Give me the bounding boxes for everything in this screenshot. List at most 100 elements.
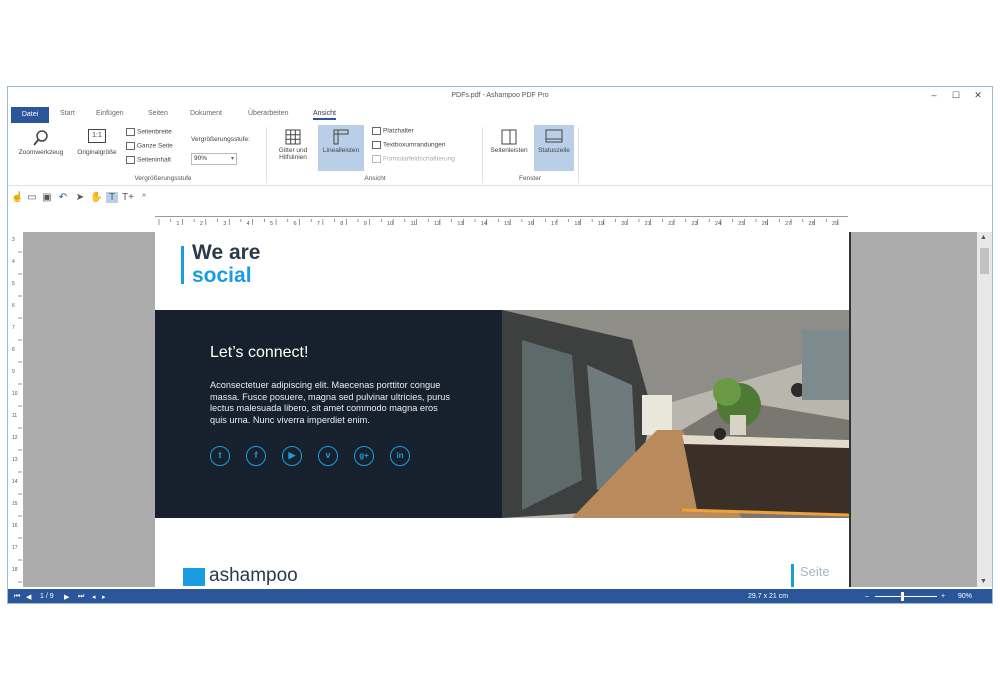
last-page-icon[interactable]: ⏭	[78, 593, 84, 601]
formularfeld-toggle[interactable]: Formularfeldschattierung	[372, 155, 455, 163]
pan-hand-icon[interactable]: ✋	[90, 192, 102, 203]
whole-page-icon	[126, 142, 135, 150]
facebook-icon: f	[246, 446, 266, 466]
ruler-label: 6	[293, 221, 296, 227]
hand-tool-icon[interactable]: ☝	[11, 192, 23, 203]
zoom-level-value: 90%	[194, 155, 208, 162]
zoomwerkzeug-button[interactable]: Zoomwerkzeug	[14, 129, 68, 156]
ruler-label: 4	[247, 221, 250, 227]
first-page-icon[interactable]: ⏮	[14, 593, 20, 601]
ruler-label: 5	[270, 221, 273, 227]
more-tools-icon[interactable]: »	[138, 192, 150, 199]
ruler-label: 25	[738, 221, 744, 227]
tab-seiten[interactable]: Seiten	[148, 110, 168, 117]
seiteninhalt-button[interactable]: Seiteninhalt	[126, 156, 171, 164]
vimeo-icon: v	[318, 446, 338, 466]
ruler-label: 13	[457, 221, 463, 227]
sidebar-icon	[501, 129, 517, 145]
minimize-button[interactable]: –	[928, 90, 940, 100]
ganze-seite-button[interactable]: Ganze Seite	[126, 142, 173, 150]
tab-start[interactable]: Start	[60, 110, 75, 117]
scroll-down-arrow-icon[interactable]: ▼	[980, 578, 987, 585]
platzhalter-toggle[interactable]: Platzhalter	[372, 127, 414, 135]
forward-icon[interactable]: ▸	[102, 593, 106, 601]
vertical-scrollbar[interactable]: ▲ ▼	[977, 232, 992, 587]
tab-dokument[interactable]: Dokument	[190, 110, 222, 117]
ribbon: Zoomwerkzeug 1:1 Originalgröße Seitenbre…	[8, 123, 992, 186]
save-icon[interactable]: ▣	[41, 192, 53, 203]
zoom-slider[interactable]	[875, 596, 937, 597]
ruler-label: 5	[12, 281, 15, 287]
magnifier-icon	[33, 130, 48, 146]
zoom-level-dropdown[interactable]: 90% ▾	[191, 153, 237, 165]
text-tool-icon[interactable]: T	[106, 192, 118, 203]
textbox-icon	[372, 141, 381, 149]
app-window: PDFs.pdf - Ashampoo PDF Pro – ☐ ✕ Datei …	[7, 86, 993, 604]
ruler-label: 18	[12, 567, 18, 573]
select-arrow-icon[interactable]: ➤	[74, 192, 86, 203]
ruler-label: 15	[12, 501, 18, 507]
seite-label: Seite	[800, 564, 830, 579]
ruler-label: 10	[387, 221, 393, 227]
headline-social: social	[192, 264, 252, 287]
linealleisten-label: Linealleisten	[322, 147, 360, 154]
status-bar: ⏮ ◀ 1 / 9 ▶ ⏭ ◂ ▸ 29.7 x 21 cm – + 90%	[8, 589, 992, 603]
ruler-label: 14	[12, 479, 18, 485]
gitter-label-2: Hilfslinien	[279, 154, 307, 161]
placeholder-icon	[372, 127, 381, 135]
originalgroesse-button[interactable]: 1:1 Originalgröße	[70, 129, 124, 156]
gitter-label-1: Gitter und	[278, 147, 308, 154]
ruler-label: 6	[12, 303, 15, 309]
ruler-label: 20	[621, 221, 627, 227]
ruler-label: 19	[598, 221, 604, 227]
statusbar-icon	[545, 129, 563, 143]
tools-toolbar: ☝ ▭ ▣ ↶ ➤ ✋ T T+ »	[8, 187, 992, 209]
maximize-button[interactable]: ☐	[950, 90, 962, 101]
zoom-minus-button[interactable]: –	[865, 593, 869, 600]
seitenbreite-button[interactable]: Seitenbreite	[126, 128, 172, 136]
group-separator	[266, 127, 267, 183]
statuszeile-button[interactable]: Statuszeile	[534, 125, 574, 171]
ruler-label: 18	[574, 221, 580, 227]
ruler-icon	[333, 129, 349, 145]
scroll-thumb[interactable]	[980, 248, 989, 274]
zoomwerkzeug-label: Zoomwerkzeug	[18, 149, 64, 156]
ruler-label: 11	[411, 221, 417, 227]
tab-datei[interactable]: Datei	[11, 107, 49, 123]
prev-page-icon[interactable]: ◀	[26, 593, 31, 601]
undo-icon[interactable]: ↶	[57, 192, 69, 203]
open-folder-icon[interactable]: ▭	[26, 192, 38, 203]
ruler-label: 17	[12, 545, 18, 551]
linealleisten-button[interactable]: Linealleisten	[318, 125, 364, 171]
ruler-label: 9	[364, 221, 367, 227]
scroll-up-arrow-icon[interactable]: ▲	[980, 234, 987, 241]
ruler-label: 29	[832, 221, 838, 227]
statuszeile-label: Statuszeile	[538, 147, 570, 154]
seitenleisten-button[interactable]: Seitenleisten	[486, 129, 532, 154]
connect-title: Let’s connect!	[210, 344, 309, 361]
tab-ueberarbeiten[interactable]: Überarbeiten	[248, 110, 288, 117]
ruler-label: 15	[504, 221, 510, 227]
ruler-label: 11	[12, 413, 17, 419]
add-text-icon[interactable]: T+	[122, 192, 134, 203]
tab-einfuegen[interactable]: Einfügen	[96, 110, 124, 117]
ruler-label: 16	[12, 523, 18, 529]
logo-text: ashampoo	[209, 565, 298, 586]
next-page-icon[interactable]: ▶	[64, 593, 69, 601]
page-indicator[interactable]: 1 / 9	[40, 593, 54, 600]
pdf-page: We are social Let’s connect! Aconsectetu…	[155, 232, 849, 587]
ruler-label: 21	[645, 221, 651, 227]
ruler-label: 17	[551, 221, 557, 227]
textboxumrandungen-toggle[interactable]: Textboxumrandungen	[372, 141, 446, 149]
tab-ansicht[interactable]: Ansicht	[313, 110, 336, 120]
dropdown-arrow-icon: ▾	[230, 156, 234, 162]
ruler-label: 24	[715, 221, 721, 227]
document-viewport[interactable]: We are social Let’s connect! Aconsectetu…	[23, 232, 978, 587]
zoom-plus-button[interactable]: +	[941, 593, 945, 600]
zoom-slider-thumb[interactable]	[901, 592, 904, 601]
back-icon[interactable]: ◂	[92, 593, 96, 601]
gitter-hilfslinien-button[interactable]: Gitter und Hilfslinien	[270, 129, 316, 161]
ruler-label: 10	[12, 391, 18, 397]
one-to-one-icon: 1:1	[88, 129, 106, 143]
close-button[interactable]: ✕	[972, 90, 984, 101]
